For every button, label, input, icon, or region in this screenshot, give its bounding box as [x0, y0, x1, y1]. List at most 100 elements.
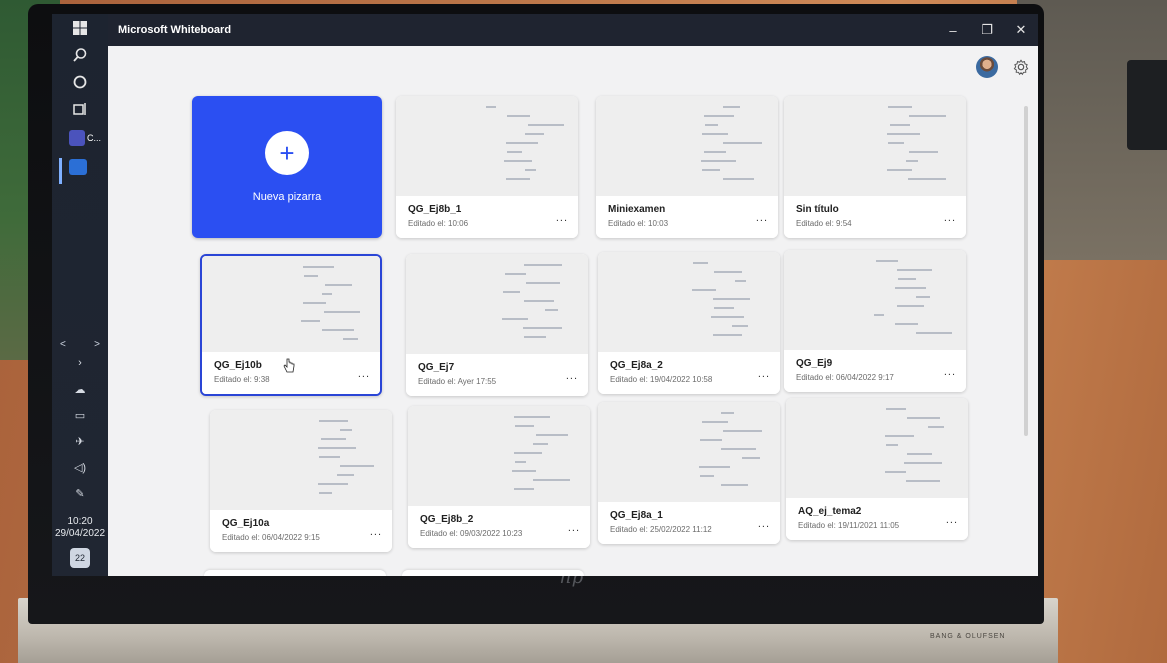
board-edited-date: Editado el: 9:54 [796, 219, 852, 228]
thumbnail-ink [897, 269, 932, 271]
thumbnail-ink [325, 284, 352, 286]
more-options-button[interactable]: ... [566, 370, 578, 382]
thumbnail-ink [301, 320, 320, 322]
taskbar-app-whiteboard[interactable] [59, 154, 101, 184]
chevron-up-icon[interactable]: › [69, 353, 91, 373]
more-options-button[interactable]: ... [944, 212, 956, 224]
thumbnail-ink [886, 444, 898, 446]
board-card[interactable]: Miniexamen Editado el: 10:03... [596, 96, 778, 238]
board-name: QG_Ej8b_1 [408, 204, 462, 215]
next-row-card[interactable] [402, 570, 584, 576]
pen-icon[interactable]: ✎ [69, 483, 91, 503]
board-meta: AQ_ej_tema2 Editado el: 19/11/2021 11:05 [786, 498, 968, 540]
board-meta: QG_Ej8b_1 Editado el: 10:06 [396, 196, 578, 238]
board-card[interactable]: QG_Ej10b Editado el: 9:38... [200, 254, 382, 396]
board-name: QG_Ej7 [418, 362, 455, 373]
thumbnail-ink [319, 492, 332, 494]
more-options-button[interactable]: ... [358, 368, 370, 380]
chevron-left-icon[interactable]: < [60, 339, 66, 350]
thumbnail-ink [732, 325, 748, 327]
board-meta: QG_Ej8a_1 Editado el: 25/02/2022 11:12 [598, 502, 780, 544]
thumbnail-ink [506, 142, 538, 144]
task-view-button[interactable] [60, 96, 100, 121]
board-card[interactable]: QG_Ej10a Editado el: 06/04/2022 9:15... [210, 410, 392, 552]
avatar[interactable] [976, 56, 998, 78]
board-card[interactable]: QG_Ej7 Editado el: Ayer 17:55... [406, 254, 588, 396]
cortana-button[interactable] [60, 70, 100, 95]
restore-button[interactable]: ❐ [970, 14, 1004, 46]
onedrive-icon[interactable]: ☁ [69, 379, 91, 399]
thumbnail-ink [928, 426, 944, 428]
thumbnail-ink [700, 439, 722, 441]
new-board-button[interactable]: + Nueva pizarra [192, 96, 382, 238]
airplane-icon[interactable]: ✈ [69, 431, 91, 451]
thumbnail-ink [909, 151, 938, 153]
more-options-button[interactable]: ... [370, 526, 382, 538]
teams-icon [69, 129, 85, 146]
new-board-label: Nueva pizarra [252, 191, 322, 203]
thumbnail-ink [337, 474, 354, 476]
board-card[interactable]: Sin título Editado el: 9:54... [784, 96, 966, 238]
thumbnail-ink [512, 470, 536, 472]
speaker-brand-label: BANG & OLUFSEN [930, 633, 1006, 640]
more-options-button[interactable]: ... [568, 522, 580, 534]
circle-icon [73, 75, 87, 89]
notification-center-button[interactable]: 22 [70, 548, 90, 568]
more-options-button[interactable]: ... [944, 366, 956, 378]
board-thumbnail [406, 254, 588, 354]
board-name: QG_Ej8a_1 [610, 510, 663, 521]
board-card[interactable]: QG_Ej8a_2 Editado el: 19/04/2022 10:58... [598, 252, 780, 394]
taskbar-app-teams[interactable]: C... [59, 125, 101, 150]
thumbnail-ink [721, 484, 748, 486]
board-thumbnail [598, 252, 780, 352]
thumbnail-ink [723, 106, 740, 108]
minimize-button[interactable]: – [936, 14, 970, 46]
thumbnail-ink [888, 106, 912, 108]
taskbar-scroll[interactable]: < > [52, 339, 108, 350]
search-button[interactable] [60, 43, 100, 68]
search-icon [73, 48, 87, 62]
thumbnail-ink [735, 280, 746, 282]
thumbnail-ink [507, 115, 530, 117]
thumbnail-ink [885, 471, 906, 473]
gallery-scrollbar[interactable] [1024, 106, 1028, 436]
thumbnail-ink [895, 323, 918, 325]
start-button[interactable] [60, 16, 100, 41]
thumbnail-ink [699, 466, 730, 468]
gear-icon[interactable] [1012, 58, 1030, 76]
battery-icon[interactable]: ▭ [69, 405, 91, 425]
thumbnail-ink [514, 416, 550, 418]
board-name: QG_Ej10a [222, 518, 270, 529]
thumbnail-ink [506, 178, 530, 180]
more-options-button[interactable]: ... [758, 368, 770, 380]
thumbnail-ink [907, 453, 932, 455]
thumbnail-ink [898, 278, 916, 280]
board-card[interactable]: QG_Ej8b_1 Editado el: 10:06... [396, 96, 578, 238]
volume-icon[interactable]: ◁) [69, 457, 91, 477]
more-options-button[interactable]: ... [758, 518, 770, 530]
thumbnail-ink [514, 452, 542, 454]
board-card[interactable]: QG_Ej8b_2 Editado el: 09/03/2022 10:23... [408, 406, 590, 548]
thumbnail-ink [908, 178, 946, 180]
thumbnail-ink [486, 106, 496, 108]
close-button[interactable]: ✕ [1004, 14, 1038, 46]
board-card[interactable]: AQ_ej_tema2 Editado el: 19/11/2021 11:05.… [786, 398, 968, 540]
app-header [108, 46, 1038, 88]
more-options-button[interactable]: ... [946, 514, 958, 526]
more-options-button[interactable]: ... [556, 212, 568, 224]
thumbnail-ink [502, 318, 528, 320]
thumbnail-ink [897, 305, 924, 307]
thumbnail-ink [742, 457, 760, 459]
thumbnail-ink [714, 307, 734, 309]
thumbnail-ink [916, 332, 952, 334]
next-row-card[interactable] [204, 570, 386, 576]
thumbnail-ink [704, 151, 726, 153]
more-options-button[interactable]: ... [756, 212, 768, 224]
thumbnail-ink [524, 300, 554, 302]
thumbnail-ink [700, 475, 714, 477]
clock[interactable]: 10:20 29/04/2022 [55, 516, 105, 540]
board-card[interactable]: QG_Ej8a_1 Editado el: 25/02/2022 11:12... [598, 402, 780, 544]
clock-time: 10:20 [67, 516, 93, 527]
chevron-right-icon[interactable]: > [94, 339, 100, 350]
board-card[interactable]: QG_Ej9 Editado el: 06/04/2022 9:17... [784, 250, 966, 392]
